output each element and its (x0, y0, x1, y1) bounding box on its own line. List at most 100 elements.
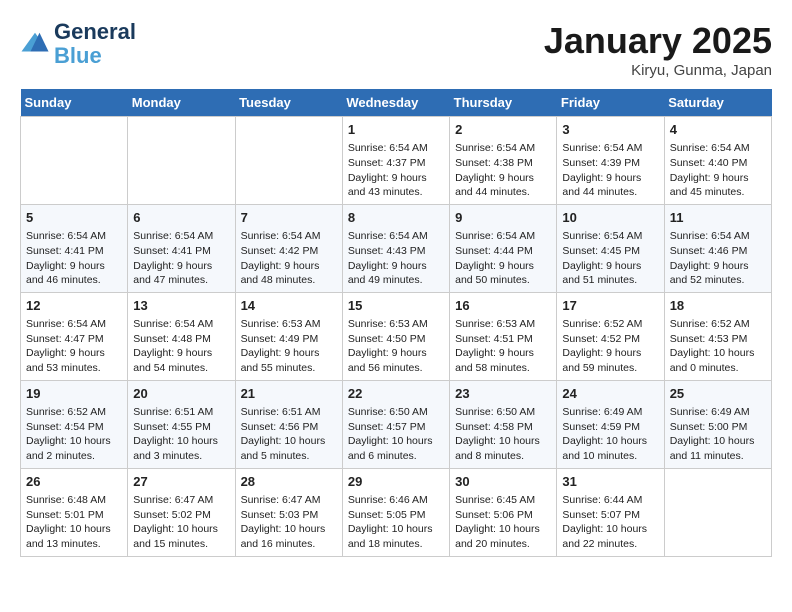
calendar-cell: 3 Sunrise: 6:54 AM Sunset: 4:39 PM Daylig… (557, 117, 664, 205)
calendar-cell: 11Sunrise: 6:54 AM Sunset: 4:46 PM Dayli… (664, 204, 771, 292)
day-number: 16 (455, 297, 551, 315)
calendar-cell: 10 Sunrise: 6:54 AM Sunset: 4:45 PM Dayli… (557, 204, 664, 292)
day-info: Sunrise: 6:54 AM Sunset: 4:42 PM Dayligh… (241, 229, 337, 288)
calendar-cell: 5 Sunrise: 6:54 AM Sunset: 4:41 PM Daylig… (21, 204, 128, 292)
day-info: Sunrise: 6:52 AM Sunset: 4:52 PM Dayligh… (562, 317, 658, 376)
day-info: Sunrise: 6:49 AM Sunset: 4:59 PM Dayligh… (562, 405, 658, 464)
calendar-cell: 6 Sunrise: 6:54 AM Sunset: 4:41 PM Daylig… (128, 204, 235, 292)
page-header: General Blue January 2025 Kiryu, Gunma, … (20, 20, 772, 79)
calendar-table: SundayMondayTuesdayWednesdayThursdayFrid… (20, 89, 772, 557)
calendar-cell: 20Sunrise: 6:51 AM Sunset: 4:55 PM Dayli… (128, 380, 235, 468)
day-info: Sunrise: 6:54 AM Sunset: 4:41 PM Dayligh… (133, 229, 229, 288)
day-info: Sunrise: 6:45 AM Sunset: 5:06 PM Dayligh… (455, 493, 551, 552)
day-info: Sunrise: 6:46 AM Sunset: 5:05 PM Dayligh… (348, 493, 444, 552)
day-number: 24 (562, 385, 658, 403)
calendar-cell: 18 Sunrise: 6:52 AM Sunset: 4:53 PM Dayli… (664, 292, 771, 380)
day-number: 4 (670, 121, 766, 139)
day-number: 17 (562, 297, 658, 315)
day-number: 30 (455, 473, 551, 491)
col-header-sunday: Sunday (21, 89, 128, 117)
day-number: 6 (133, 209, 229, 227)
day-number: 13 (133, 297, 229, 315)
col-header-friday: Friday (557, 89, 664, 117)
calendar-cell: 9 Sunrise: 6:54 AM Sunset: 4:44 PM Daylig… (450, 204, 557, 292)
day-info: Sunrise: 6:44 AM Sunset: 5:07 PM Dayligh… (562, 493, 658, 552)
col-header-saturday: Saturday (664, 89, 771, 117)
day-info: Sunrise: 6:53 AM Sunset: 4:49 PM Dayligh… (241, 317, 337, 376)
calendar-cell: 16 Sunrise: 6:53 AM Sunset: 4:51 PM Dayli… (450, 292, 557, 380)
day-info: Sunrise: 6:52 AM Sunset: 4:53 PM Dayligh… (670, 317, 766, 376)
calendar-cell: 29 Sunrise: 6:46 AM Sunset: 5:05 PM Dayli… (342, 468, 449, 556)
day-number: 18 (670, 297, 766, 315)
col-header-monday: Monday (128, 89, 235, 117)
day-number: 20 (133, 385, 229, 403)
day-info: Sunrise: 6:53 AM Sunset: 4:51 PM Dayligh… (455, 317, 551, 376)
calendar-header-row: SundayMondayTuesdayWednesdayThursdayFrid… (21, 89, 772, 117)
calendar-cell (21, 117, 128, 205)
calendar-week-5: 26Sunrise: 6:48 AM Sunset: 5:01 PM Dayli… (21, 468, 772, 556)
calendar-cell: 4Sunrise: 6:54 AM Sunset: 4:40 PM Daylig… (664, 117, 771, 205)
calendar-cell (235, 117, 342, 205)
logo-line2: Blue (54, 44, 136, 68)
day-info: Sunrise: 6:54 AM Sunset: 4:41 PM Dayligh… (26, 229, 122, 288)
day-number: 3 (562, 121, 658, 139)
calendar-cell: 25 Sunrise: 6:49 AM Sunset: 5:00 PM Dayli… (664, 380, 771, 468)
day-info: Sunrise: 6:54 AM Sunset: 4:39 PM Dayligh… (562, 141, 658, 200)
calendar-cell: 8 Sunrise: 6:54 AM Sunset: 4:43 PM Daylig… (342, 204, 449, 292)
day-info: Sunrise: 6:54 AM Sunset: 4:44 PM Dayligh… (455, 229, 551, 288)
day-info: Sunrise: 6:51 AM Sunset: 4:56 PM Dayligh… (241, 405, 337, 464)
day-number: 11 (670, 209, 766, 227)
day-number: 14 (241, 297, 337, 315)
calendar-week-4: 19Sunrise: 6:52 AM Sunset: 4:54 PM Dayli… (21, 380, 772, 468)
month-title: January 2025 (544, 20, 772, 62)
day-number: 31 (562, 473, 658, 491)
day-number: 5 (26, 209, 122, 227)
location: Kiryu, Gunma, Japan (544, 62, 772, 79)
calendar-cell: 27 Sunrise: 6:47 AM Sunset: 5:02 PM Dayli… (128, 468, 235, 556)
col-header-thursday: Thursday (450, 89, 557, 117)
logo-line1: General (54, 20, 136, 44)
day-info: Sunrise: 6:47 AM Sunset: 5:03 PM Dayligh… (241, 493, 337, 552)
day-number: 2 (455, 121, 551, 139)
col-header-tuesday: Tuesday (235, 89, 342, 117)
day-info: Sunrise: 6:50 AM Sunset: 4:58 PM Dayligh… (455, 405, 551, 464)
logo: General Blue (20, 20, 136, 68)
logo-icon (20, 29, 50, 59)
calendar-cell: 14 Sunrise: 6:53 AM Sunset: 4:49 PM Dayli… (235, 292, 342, 380)
day-info: Sunrise: 6:54 AM Sunset: 4:38 PM Dayligh… (455, 141, 551, 200)
day-number: 27 (133, 473, 229, 491)
calendar-week-1: 1Sunrise: 6:54 AM Sunset: 4:37 PM Daylig… (21, 117, 772, 205)
day-info: Sunrise: 6:54 AM Sunset: 4:45 PM Dayligh… (562, 229, 658, 288)
day-info: Sunrise: 6:47 AM Sunset: 5:02 PM Dayligh… (133, 493, 229, 552)
calendar-cell: 30 Sunrise: 6:45 AM Sunset: 5:06 PM Dayli… (450, 468, 557, 556)
day-info: Sunrise: 6:54 AM Sunset: 4:48 PM Dayligh… (133, 317, 229, 376)
day-info: Sunrise: 6:49 AM Sunset: 5:00 PM Dayligh… (670, 405, 766, 464)
day-number: 10 (562, 209, 658, 227)
day-number: 21 (241, 385, 337, 403)
day-info: Sunrise: 6:50 AM Sunset: 4:57 PM Dayligh… (348, 405, 444, 464)
day-number: 29 (348, 473, 444, 491)
calendar-cell: 7 Sunrise: 6:54 AM Sunset: 4:42 PM Daylig… (235, 204, 342, 292)
day-number: 28 (241, 473, 337, 491)
calendar-cell: 26Sunrise: 6:48 AM Sunset: 5:01 PM Dayli… (21, 468, 128, 556)
day-info: Sunrise: 6:54 AM Sunset: 4:47 PM Dayligh… (26, 317, 122, 376)
day-number: 7 (241, 209, 337, 227)
calendar-cell: 12 Sunrise: 6:54 AM Sunset: 4:47 PM Dayli… (21, 292, 128, 380)
day-number: 8 (348, 209, 444, 227)
day-number: 22 (348, 385, 444, 403)
calendar-cell: 13 Sunrise: 6:54 AM Sunset: 4:48 PM Dayli… (128, 292, 235, 380)
day-number: 12 (26, 297, 122, 315)
calendar-cell: 1Sunrise: 6:54 AM Sunset: 4:37 PM Daylig… (342, 117, 449, 205)
day-number: 26 (26, 473, 122, 491)
day-number: 9 (455, 209, 551, 227)
calendar-cell: 23Sunrise: 6:50 AM Sunset: 4:58 PM Dayli… (450, 380, 557, 468)
day-info: Sunrise: 6:54 AM Sunset: 4:37 PM Dayligh… (348, 141, 444, 200)
calendar-week-2: 5 Sunrise: 6:54 AM Sunset: 4:41 PM Daylig… (21, 204, 772, 292)
day-number: 15 (348, 297, 444, 315)
calendar-cell: 21 Sunrise: 6:51 AM Sunset: 4:56 PM Dayli… (235, 380, 342, 468)
calendar-cell: 31 Sunrise: 6:44 AM Sunset: 5:07 PM Dayli… (557, 468, 664, 556)
day-number: 19 (26, 385, 122, 403)
day-number: 25 (670, 385, 766, 403)
day-info: Sunrise: 6:54 AM Sunset: 4:43 PM Dayligh… (348, 229, 444, 288)
calendar-cell: 17 Sunrise: 6:52 AM Sunset: 4:52 PM Dayli… (557, 292, 664, 380)
